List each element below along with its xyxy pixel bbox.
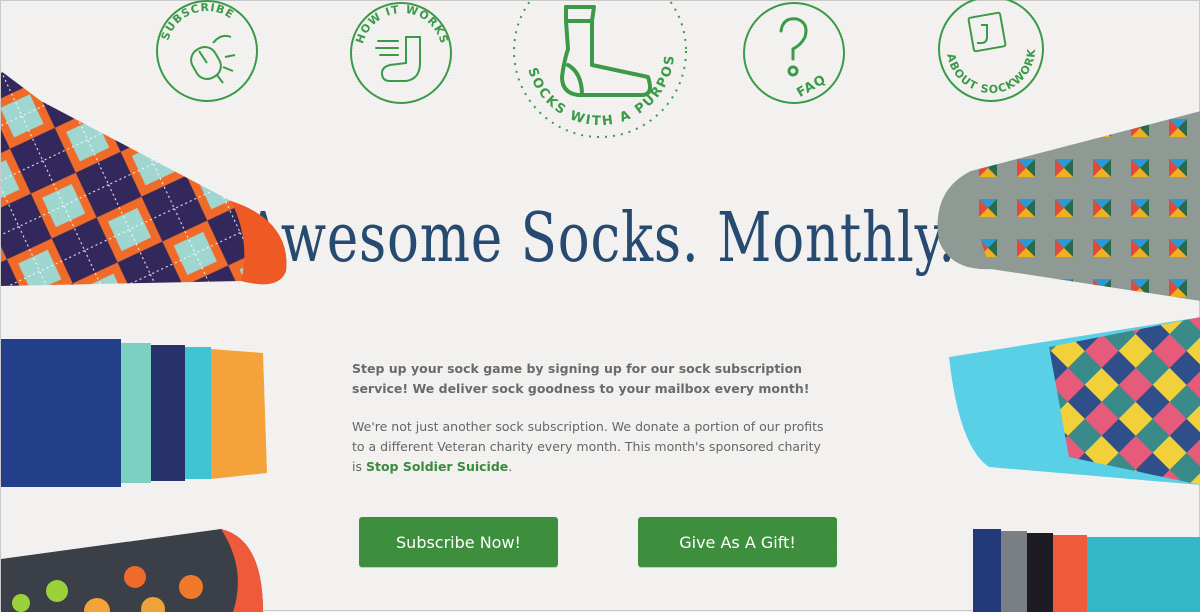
mission-paragraph: We're not just another sock subscription… (352, 417, 832, 477)
svg-text:HOW IT WORKS: HOW IT WORKS (353, 3, 451, 46)
logo-badge: SOCKS WITH A PURPOSE (507, 0, 687, 138)
intro-copy: Step up your sock game by signing up for… (352, 359, 832, 495)
give-as-gift-button[interactable]: Give As A Gift! (638, 517, 837, 567)
mission-end: . (508, 459, 513, 474)
striped-sock-image (1, 339, 269, 487)
charity-link[interactable]: Stop Soldier Suicide (366, 459, 508, 474)
intro-paragraph: Step up your sock game by signing up for… (352, 361, 810, 396)
dotted-sock-image (1, 529, 269, 612)
bottom-striped-sock-image (973, 529, 1200, 612)
nav-how-it-works-label: HOW IT WORKS (353, 3, 450, 46)
book-icon (967, 11, 1007, 53)
page: SUBSCRIBE HOW IT WORKS SOCKS WITH A PURP… (0, 0, 1200, 612)
nav-how-it-works-badge: HOW IT WORKS (350, 2, 452, 104)
logo-home-link[interactable]: SOCKS WITH A PURPOSE (507, 0, 688, 149)
subscribe-now-button[interactable]: Subscribe Now! (359, 517, 558, 567)
pyramid-sock-image (931, 111, 1200, 301)
diamond-sock-image (949, 317, 1200, 485)
question-mark-icon (779, 17, 808, 77)
nav-about-badge: ABOUT SOCKWORK (938, 0, 1044, 102)
sock-logo-icon (560, 5, 652, 97)
nav-how-it-works[interactable]: HOW IT WORKS (350, 1, 452, 104)
sock-icon (375, 36, 421, 82)
nav-faq[interactable]: FAQ (743, 1, 845, 104)
argyle-sock-image (1, 71, 291, 286)
nav-about[interactable]: ABOUT SOCKWORK (935, 0, 1047, 107)
